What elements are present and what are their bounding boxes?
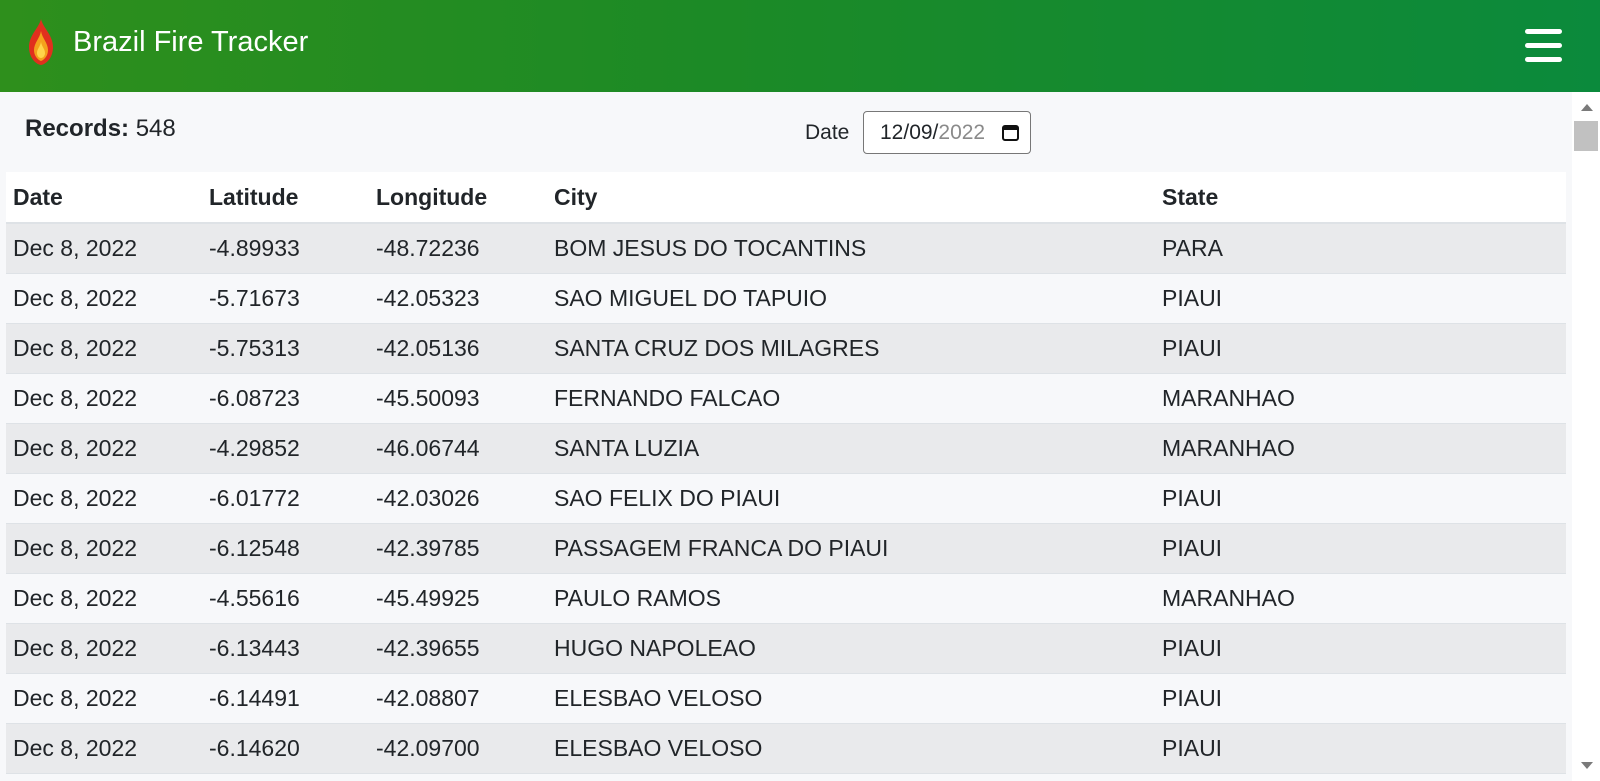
cell-state: PIAUI — [1155, 523, 1566, 574]
column-header-city[interactable]: City — [547, 172, 1155, 224]
cell-longitude: -42.39785 — [369, 523, 547, 574]
cell-state: PIAUI — [1155, 273, 1566, 324]
cell-date: Dec 8, 2022 — [6, 723, 202, 774]
cell-state: PIAUI — [1155, 473, 1566, 524]
cell-latitude: -5.75313 — [202, 323, 369, 374]
cell-latitude: -4.29852 — [202, 423, 369, 474]
cell-latitude: -6.14491 — [202, 673, 369, 724]
fire-records-table: Date Latitude Longitude City State Dec 8… — [6, 172, 1566, 774]
cell-state: PIAUI — [1155, 723, 1566, 774]
cell-date: Dec 8, 2022 — [6, 373, 202, 424]
table-row[interactable]: Dec 8, 2022 -6.12548 -42.39785 PASSAGEM … — [6, 523, 1566, 574]
cell-date: Dec 8, 2022 — [6, 623, 202, 674]
scroll-up-arrow-icon[interactable] — [1581, 104, 1593, 111]
table-row[interactable]: Dec 8, 2022 -6.01772 -42.03026 SAO FELIX… — [6, 473, 1566, 524]
cell-date: Dec 8, 2022 — [6, 673, 202, 724]
cell-longitude: -42.08807 — [369, 673, 547, 724]
date-input-year: 2022 — [938, 121, 986, 144]
table-row[interactable]: Dec 8, 2022 -6.14620 -42.09700 ELESBAO V… — [6, 723, 1566, 774]
table-row[interactable]: Dec 8, 2022 -5.71673 -42.05323 SAO MIGUE… — [6, 273, 1566, 324]
cell-latitude: -6.01772 — [202, 473, 369, 524]
cell-longitude: -42.03026 — [369, 473, 547, 524]
table-row[interactable]: Dec 8, 2022 -5.75313 -42.05136 SANTA CRU… — [6, 323, 1566, 374]
calendar-icon[interactable] — [1002, 124, 1019, 141]
cell-longitude: -42.09700 — [369, 723, 547, 774]
cell-longitude: -48.72236 — [369, 223, 547, 274]
cell-latitude: -5.71673 — [202, 273, 369, 324]
table-row[interactable]: Dec 8, 2022 -4.55616 -45.49925 PAULO RAM… — [6, 573, 1566, 624]
date-filter-label: Date — [805, 121, 850, 144]
records-value: 548 — [135, 115, 176, 142]
vertical-scrollbar[interactable] — [1572, 92, 1600, 781]
cell-date: Dec 8, 2022 — [6, 323, 202, 374]
app-title: Brazil Fire Tracker — [73, 26, 309, 58]
table-row[interactable]: Dec 8, 2022 -6.08723 -45.50093 FERNANDO … — [6, 373, 1566, 424]
cell-city: SAO FELIX DO PIAUI — [547, 473, 1155, 524]
scroll-down-arrow-icon[interactable] — [1581, 762, 1593, 769]
records-count: Records: 548 — [25, 115, 176, 143]
cell-longitude: -46.06744 — [369, 423, 547, 474]
scrollbar-thumb[interactable] — [1574, 121, 1598, 151]
column-header-state[interactable]: State — [1155, 172, 1566, 224]
cell-city: SAO MIGUEL DO TAPUIO — [547, 273, 1155, 324]
cell-city: PAULO RAMOS — [547, 573, 1155, 624]
cell-city: FERNANDO FALCAO — [547, 373, 1155, 424]
cell-latitude: -6.14620 — [202, 723, 369, 774]
cell-state: MARANHAO — [1155, 573, 1566, 624]
hamburger-menu-icon[interactable] — [1525, 29, 1562, 63]
main-content: Records: 548 Date 12/09/2022 Date Latitu… — [0, 92, 1572, 781]
table-row[interactable]: Dec 8, 2022 -6.14491 -42.08807 ELESBAO V… — [6, 673, 1566, 724]
app-header: Brazil Fire Tracker — [0, 0, 1600, 92]
cell-city: BOM JESUS DO TOCANTINS — [547, 223, 1155, 274]
cell-latitude: -6.13443 — [202, 623, 369, 674]
cell-latitude: -6.12548 — [202, 523, 369, 574]
cell-state: PIAUI — [1155, 673, 1566, 724]
cell-longitude: -42.05323 — [369, 273, 547, 324]
cell-state: PIAUI — [1155, 323, 1566, 374]
table-row[interactable]: Dec 8, 2022 -6.13443 -42.39655 HUGO NAPO… — [6, 623, 1566, 674]
table-header-row: Date Latitude Longitude City State — [6, 172, 1566, 224]
date-input-value: 12/09/ — [880, 121, 939, 144]
column-header-date[interactable]: Date — [6, 172, 202, 224]
cell-latitude: -4.55616 — [202, 573, 369, 624]
cell-date: Dec 8, 2022 — [6, 523, 202, 574]
cell-city: PASSAGEM FRANCA DO PIAUI — [547, 523, 1155, 574]
cell-latitude: -6.08723 — [202, 373, 369, 424]
table-row[interactable]: Dec 8, 2022 -4.89933 -48.72236 BOM JESUS… — [6, 223, 1566, 274]
cell-date: Dec 8, 2022 — [6, 273, 202, 324]
cell-date: Dec 8, 2022 — [6, 223, 202, 274]
cell-state: PIAUI — [1155, 623, 1566, 674]
column-header-latitude[interactable]: Latitude — [202, 172, 369, 224]
cell-city: ELESBAO VELOSO — [547, 723, 1155, 774]
cell-city: SANTA CRUZ DOS MILAGRES — [547, 323, 1155, 374]
date-input[interactable]: 12/09/2022 — [863, 111, 1031, 154]
cell-date: Dec 8, 2022 — [6, 473, 202, 524]
cell-longitude: -42.39655 — [369, 623, 547, 674]
cell-date: Dec 8, 2022 — [6, 423, 202, 474]
cell-state: MARANHAO — [1155, 423, 1566, 474]
records-label: Records: — [25, 115, 130, 142]
cell-city: SANTA LUZIA — [547, 423, 1155, 474]
cell-city: HUGO NAPOLEAO — [547, 623, 1155, 674]
cell-longitude: -45.50093 — [369, 373, 547, 424]
cell-date: Dec 8, 2022 — [6, 573, 202, 624]
flame-icon — [29, 19, 53, 65]
column-header-longitude[interactable]: Longitude — [369, 172, 547, 224]
cell-state: PARA — [1155, 223, 1566, 274]
cell-city: ELESBAO VELOSO — [547, 673, 1155, 724]
cell-longitude: -42.05136 — [369, 323, 547, 374]
cell-latitude: -4.89933 — [202, 223, 369, 274]
cell-longitude: -45.49925 — [369, 573, 547, 624]
cell-state: MARANHAO — [1155, 373, 1566, 424]
table-row[interactable]: Dec 8, 2022 -4.29852 -46.06744 SANTA LUZ… — [6, 423, 1566, 474]
